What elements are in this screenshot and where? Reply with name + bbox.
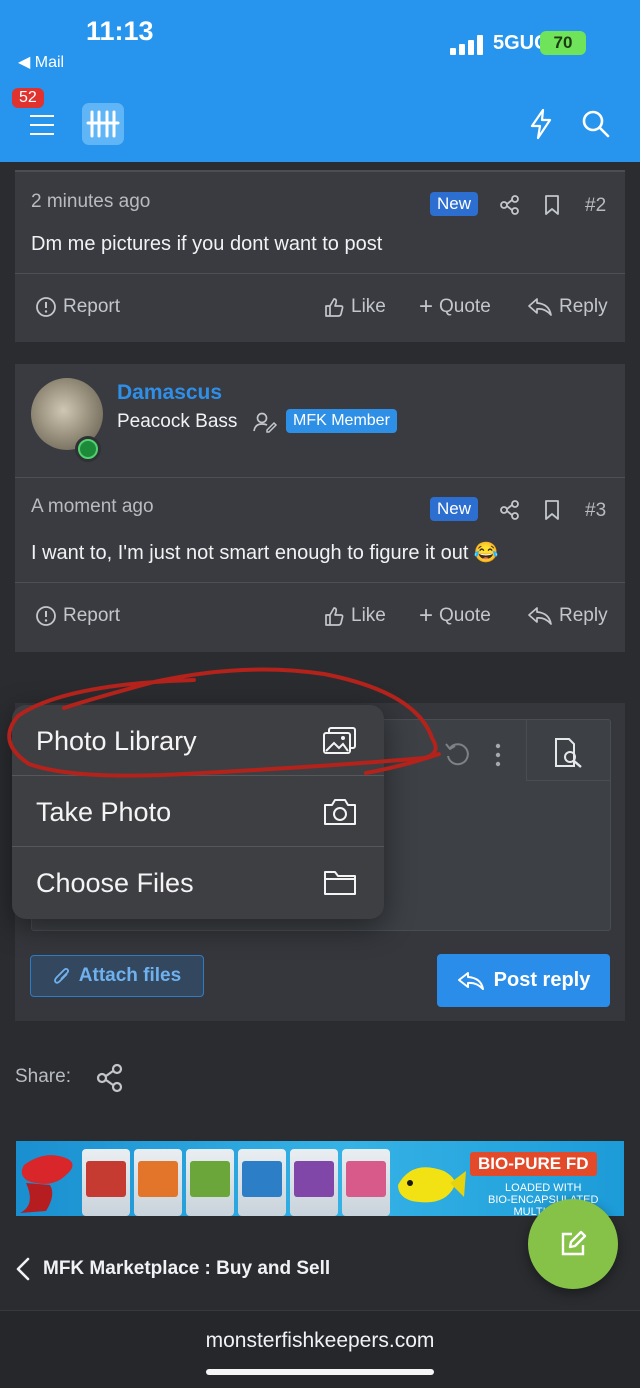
annotation-circle xyxy=(7,667,441,778)
preview-icon[interactable] xyxy=(551,736,585,770)
post-reply-button[interactable]: Post reply xyxy=(437,954,610,1007)
menu-item-take-photo[interactable]: Take Photo xyxy=(12,776,384,847)
menu-item-choose-files[interactable]: Choose Files xyxy=(12,847,384,918)
user-edit-icon xyxy=(253,412,278,433)
yellow-tang-image xyxy=(398,1167,466,1203)
user-rank: Peacock Bass xyxy=(117,411,238,432)
banner-subtitle-line: LOADED WITH xyxy=(505,1182,582,1194)
toolbar-divider xyxy=(526,780,611,781)
post-number[interactable]: #2 xyxy=(585,195,606,217)
url-text[interactable]: monsterfishkeepers.com xyxy=(0,1329,640,1353)
reply-arrow-icon xyxy=(528,607,552,625)
post-text: I want to, I'm just not smart enough to … xyxy=(31,542,499,564)
banner-title: BIO-PURE FD xyxy=(470,1152,597,1176)
signal-icon xyxy=(450,35,486,55)
notification-badge: 52 xyxy=(12,88,44,108)
bookmark-icon[interactable] xyxy=(543,499,561,521)
plus-icon: + xyxy=(419,293,434,320)
ad-banner[interactable]: BIO-PURE FD LOADED WITH BIO-ENCAPSULATED… xyxy=(16,1141,624,1216)
post-time: A moment ago xyxy=(31,496,154,517)
reply-button[interactable]: Reply xyxy=(527,605,608,627)
status-time: 11:13 xyxy=(86,16,154,46)
breadcrumb[interactable]: MFK Marketplace : Buy and Sell xyxy=(15,1256,330,1282)
reply-label: Reply xyxy=(559,296,608,317)
home-indicator[interactable] xyxy=(206,1369,434,1375)
post-divider xyxy=(15,582,625,583)
compose-button[interactable] xyxy=(528,1199,618,1289)
toolbar-divider xyxy=(526,720,527,780)
post-card-3: Damascus Peacock Bass MFK Member A momen… xyxy=(15,364,625,652)
edit-pencil-icon xyxy=(561,1230,587,1256)
paperclip-icon xyxy=(53,967,69,984)
bookmark-icon[interactable] xyxy=(543,194,561,216)
chevron-left-icon xyxy=(16,1257,30,1281)
product-can xyxy=(82,1149,130,1216)
report-button[interactable]: Report xyxy=(35,605,120,627)
like-button[interactable]: Like xyxy=(323,296,386,318)
product-can xyxy=(238,1149,286,1216)
reply-button[interactable]: Reply xyxy=(527,296,608,318)
product-can xyxy=(342,1149,390,1216)
report-label: Report xyxy=(63,296,121,317)
share-icon[interactable] xyxy=(499,194,521,216)
post-reply-label: Post reply xyxy=(493,969,591,991)
post-divider xyxy=(15,273,625,274)
share-label: Share: xyxy=(15,1066,71,1087)
report-button[interactable]: Report xyxy=(35,296,120,318)
new-badge: New xyxy=(430,497,479,521)
post-text: Dm me pictures if you dont want to post xyxy=(31,233,383,255)
whats-new-bolt-icon[interactable] xyxy=(527,108,555,140)
product-can xyxy=(290,1149,338,1216)
quote-label: Quote xyxy=(439,605,491,626)
report-label: Report xyxy=(63,605,121,626)
new-badge: New xyxy=(430,192,479,216)
battery-icon: 70 xyxy=(540,31,586,55)
share-icon[interactable] xyxy=(499,499,521,521)
post-time: 2 minutes ago xyxy=(31,191,151,212)
reply-arrow-icon xyxy=(457,971,484,990)
post-card-2: 2 minutes ago New #2 Dm me pictures if y… xyxy=(15,170,625,342)
like-button[interactable]: Like xyxy=(323,605,386,627)
quote-button[interactable]: + Quote xyxy=(419,293,491,320)
username-link[interactable]: Damascus xyxy=(117,381,222,405)
product-can xyxy=(134,1149,182,1216)
quote-label: Quote xyxy=(439,296,491,317)
breadcrumb-label: MFK Marketplace : Buy and Sell xyxy=(43,1258,331,1279)
more-options-icon[interactable] xyxy=(493,741,503,769)
menu-icon[interactable] xyxy=(30,115,54,135)
app-header: 11:13 ◀ Mail 5GUC 70 52 xyxy=(0,0,640,162)
thumbs-up-icon xyxy=(325,607,344,626)
camera-icon xyxy=(324,799,356,825)
site-logo-icon[interactable] xyxy=(82,103,124,145)
browser-url-bar[interactable]: monsterfishkeepers.com xyxy=(0,1310,640,1388)
product-can xyxy=(186,1149,234,1216)
attach-files-button[interactable]: Attach files xyxy=(30,955,204,997)
online-status-icon xyxy=(75,436,101,462)
folder-icon xyxy=(324,871,356,895)
quote-button[interactable]: + Quote xyxy=(419,602,491,629)
member-badge: MFK Member xyxy=(286,409,397,433)
reply-arrow-icon xyxy=(528,298,552,316)
like-label: Like xyxy=(351,296,386,317)
thumbs-up-icon xyxy=(325,298,344,317)
plus-icon: + xyxy=(419,602,434,629)
undo-icon[interactable] xyxy=(443,739,473,769)
menu-item-label: Take Photo xyxy=(36,797,172,827)
attach-files-label: Attach files xyxy=(78,965,182,986)
alert-circle-icon xyxy=(36,606,56,626)
post-divider xyxy=(15,477,625,478)
post-number[interactable]: #3 xyxy=(585,500,606,522)
betta-fish-image xyxy=(20,1155,73,1213)
search-icon[interactable] xyxy=(580,108,612,140)
menu-item-label: Choose Files xyxy=(36,868,194,898)
alert-circle-icon xyxy=(36,297,56,317)
reply-label: Reply xyxy=(559,605,608,626)
back-to-mail-link[interactable]: ◀ Mail xyxy=(18,52,64,72)
share-icon[interactable] xyxy=(96,1063,124,1093)
like-label: Like xyxy=(351,605,386,626)
